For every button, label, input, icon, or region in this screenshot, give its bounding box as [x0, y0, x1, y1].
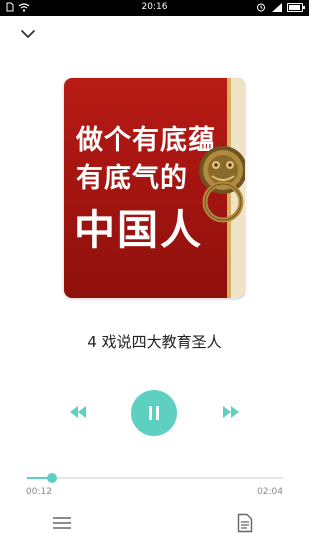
- pause-icon-left-bar: [149, 406, 152, 420]
- elapsed-time: 00:12: [26, 487, 52, 497]
- door-knocker-icon: [199, 146, 245, 223]
- play-pause-button[interactable]: [131, 390, 177, 436]
- battery-icon: [287, 2, 305, 12]
- album-cover: 做个有底蕴 有底气的 中国人: [64, 78, 245, 298]
- progress-slider[interactable]: [27, 473, 283, 483]
- alarm-icon: [257, 3, 265, 12]
- fast-forward-icon: [223, 406, 239, 418]
- signal-icon: [272, 2, 282, 12]
- collapse-button[interactable]: [18, 26, 38, 42]
- progress-thumb[interactable]: [46, 473, 57, 483]
- cover-title-line3: 中国人: [74, 206, 203, 254]
- status-bar: 20:16: [0, 0, 309, 16]
- cover-title-line2: 有底气的: [76, 163, 188, 194]
- playlist-icon: [53, 517, 71, 529]
- previous-button[interactable]: [67, 404, 89, 420]
- chevron-down-icon: [21, 30, 35, 38]
- pause-icon-right-bar: [156, 406, 159, 420]
- total-time: 02:04: [257, 487, 283, 497]
- next-button[interactable]: [220, 404, 242, 420]
- document-button[interactable]: [237, 513, 253, 533]
- playlist-button[interactable]: [52, 515, 72, 531]
- document-icon: [237, 513, 253, 533]
- rewind-icon: [70, 406, 86, 418]
- status-right: [256, 2, 305, 12]
- track-title: 4 戏说四大教育圣人: [87, 333, 222, 351]
- battery-fill: [289, 4, 300, 10]
